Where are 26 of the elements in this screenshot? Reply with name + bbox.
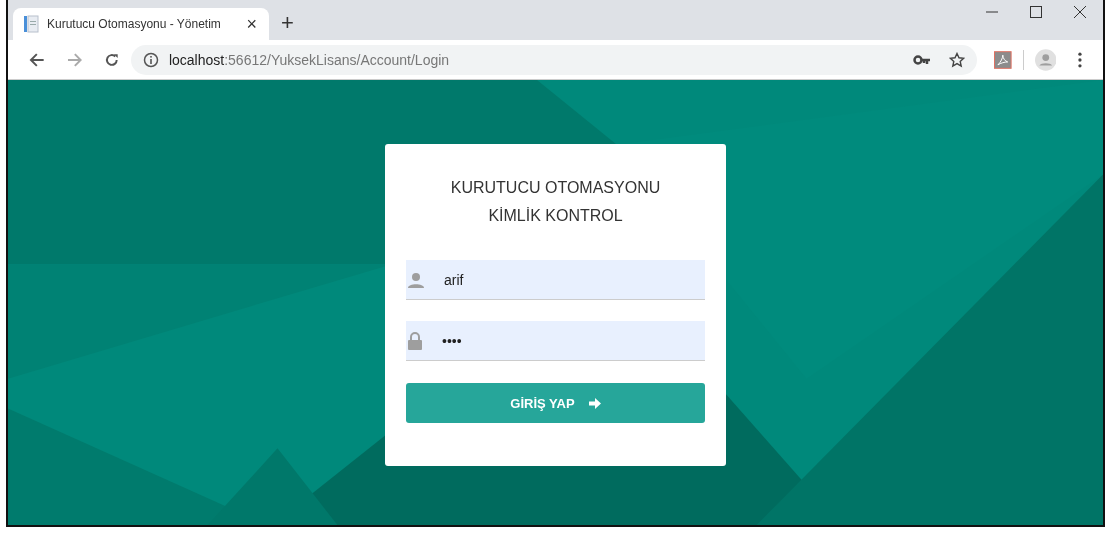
new-tab-button[interactable]: +	[281, 12, 294, 34]
close-tab-button[interactable]: ×	[244, 15, 259, 33]
login-title: KURUTUCU OTOMASYONU	[450, 178, 661, 198]
user-icon	[408, 271, 424, 288]
url-text: localhost:56612/YuksekLisans/Account/Login	[168, 51, 450, 68]
pdf-extension-icon[interactable]	[994, 50, 1012, 69]
address-bar[interactable]: localhost:56612/YuksekLisans/Account/Login	[130, 44, 977, 75]
tab-title: Kurutucu Otomasyonu - Yönetim	[47, 17, 222, 31]
browser-tab[interactable]: Kurutucu Otomasyonu - Yönetim ×	[13, 8, 269, 40]
document-icon	[23, 15, 39, 33]
arrow-right-icon	[588, 397, 601, 409]
login-title: KİMLİK KONTROL	[488, 206, 623, 226]
reload-icon[interactable]	[104, 51, 120, 68]
info-icon[interactable]	[142, 51, 159, 68]
input-field[interactable]: arif	[406, 260, 705, 300]
key-icon[interactable]	[913, 53, 931, 66]
input-field[interactable]: ••••	[406, 321, 705, 361]
star-icon[interactable]	[949, 51, 965, 68]
back-arrow-icon[interactable]	[29, 51, 45, 68]
avatar-icon[interactable]	[1034, 48, 1057, 71]
close-icon[interactable]	[1073, 5, 1087, 19]
maximize-icon[interactable]	[1029, 5, 1043, 19]
field-value: arif	[444, 271, 465, 288]
lock-icon	[408, 331, 422, 350]
field-value: ••••	[442, 332, 463, 349]
menu-icon[interactable]	[1078, 51, 1082, 68]
